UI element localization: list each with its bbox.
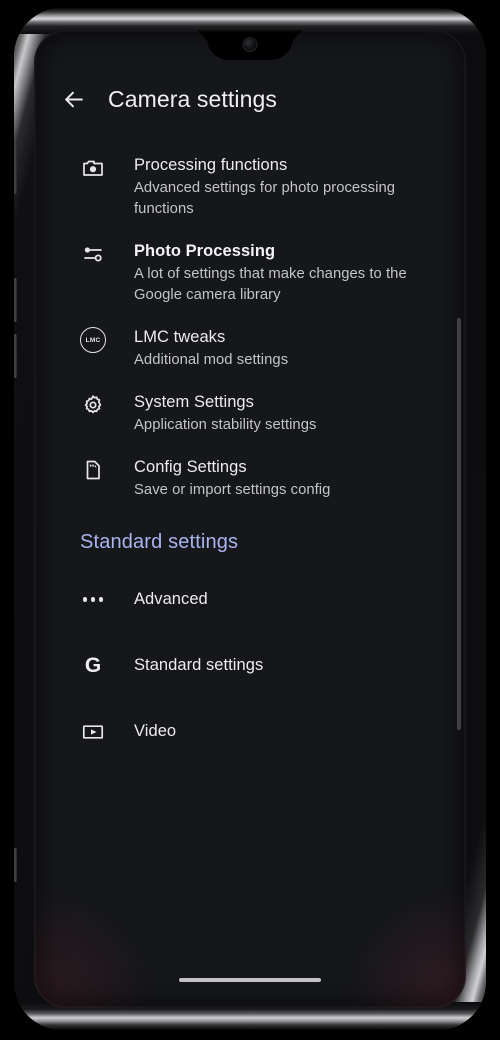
list-item-title: System Settings — [134, 393, 254, 411]
google-g-text: G — [84, 654, 102, 677]
power-button[interactable] — [14, 138, 17, 194]
list-item-subtitle: Application stability settings — [134, 417, 317, 433]
section-header-standard-settings: Standard settings — [80, 531, 239, 553]
dot — [90, 597, 96, 602]
list-item-subtitle: A lot of settings that make changes to t… — [134, 266, 407, 303]
arrow-back-icon — [61, 87, 86, 112]
list-item-title: Standard settings — [134, 656, 264, 674]
phone-screen: Camera settings Processing functions Adv… — [34, 30, 466, 1008]
list-item-texts: Config Settings Save or import settings … — [134, 456, 436, 501]
list-item-texts: Advanced — [134, 588, 436, 610]
list-item-title: Processing functions — [134, 156, 288, 174]
camera-icon — [80, 155, 106, 181]
list-item-texts: Processing functions Advanced settings f… — [134, 154, 436, 220]
video-play-icon — [80, 719, 106, 745]
tune-sliders-icon — [80, 241, 106, 267]
more-horizontal-icon — [80, 587, 106, 613]
list-item-subtitle: Save or import settings config — [134, 482, 331, 498]
page-title: Camera settings — [108, 85, 277, 112]
scrollbar-thumb[interactable] — [457, 318, 461, 730]
volume-up-button[interactable] — [14, 278, 17, 322]
settings-list: Processing functions Advanced settings f… — [34, 130, 466, 764]
gear-icon — [80, 392, 106, 418]
dot — [83, 597, 88, 602]
list-item-texts: LMC tweaks Additional mod settings — [134, 326, 436, 371]
list-item-title: Video — [134, 722, 177, 740]
list-item-system-settings[interactable]: System Settings Application stability se… — [34, 381, 466, 446]
list-item-texts: Standard settings — [134, 654, 436, 676]
list-item-lmc-tweaks[interactable]: LMC LMC tweaks Additional mod settings — [34, 316, 466, 381]
list-item-subtitle: Additional mod settings — [134, 352, 289, 368]
phone-frame: Camera settings Processing functions Adv… — [14, 8, 486, 1030]
list-item-texts: Video — [134, 720, 436, 742]
gesture-navigation-pill[interactable] — [179, 978, 321, 982]
list-item-subtitle: Advanced settings for photo processing f… — [134, 180, 396, 217]
back-button[interactable] — [58, 84, 88, 114]
dot — [98, 597, 103, 602]
list-item-texts: System Settings Application stability se… — [134, 391, 436, 436]
list-item-standard-settings[interactable]: G Standard settings — [34, 632, 466, 698]
sd-card-icon — [80, 457, 106, 483]
front-camera-icon — [243, 38, 257, 51]
list-item-advanced[interactable]: Advanced — [34, 566, 466, 632]
list-item-title: Photo Processing — [134, 242, 276, 260]
list-item-video[interactable]: Video — [34, 698, 466, 764]
app-content: Camera settings Processing functions Adv… — [34, 30, 466, 1008]
list-item-photo-processing[interactable]: Photo Processing A lot of settings that … — [34, 230, 466, 316]
volume-down-button[interactable] — [14, 334, 17, 378]
list-item-title: LMC tweaks — [134, 328, 226, 346]
extra-side-button[interactable] — [14, 848, 17, 882]
list-item-title: Advanced — [134, 590, 208, 608]
list-item-processing-functions[interactable]: Processing functions Advanced settings f… — [34, 144, 466, 230]
lmc-badge-icon: LMC — [80, 327, 106, 353]
list-item-config-settings[interactable]: Config Settings Save or import settings … — [34, 446, 466, 511]
list-item-texts: Photo Processing A lot of settings that … — [134, 240, 436, 306]
list-item-title: Config Settings — [134, 458, 247, 476]
google-g-icon: G — [80, 653, 106, 679]
lmc-badge-text: LMC — [80, 327, 106, 353]
